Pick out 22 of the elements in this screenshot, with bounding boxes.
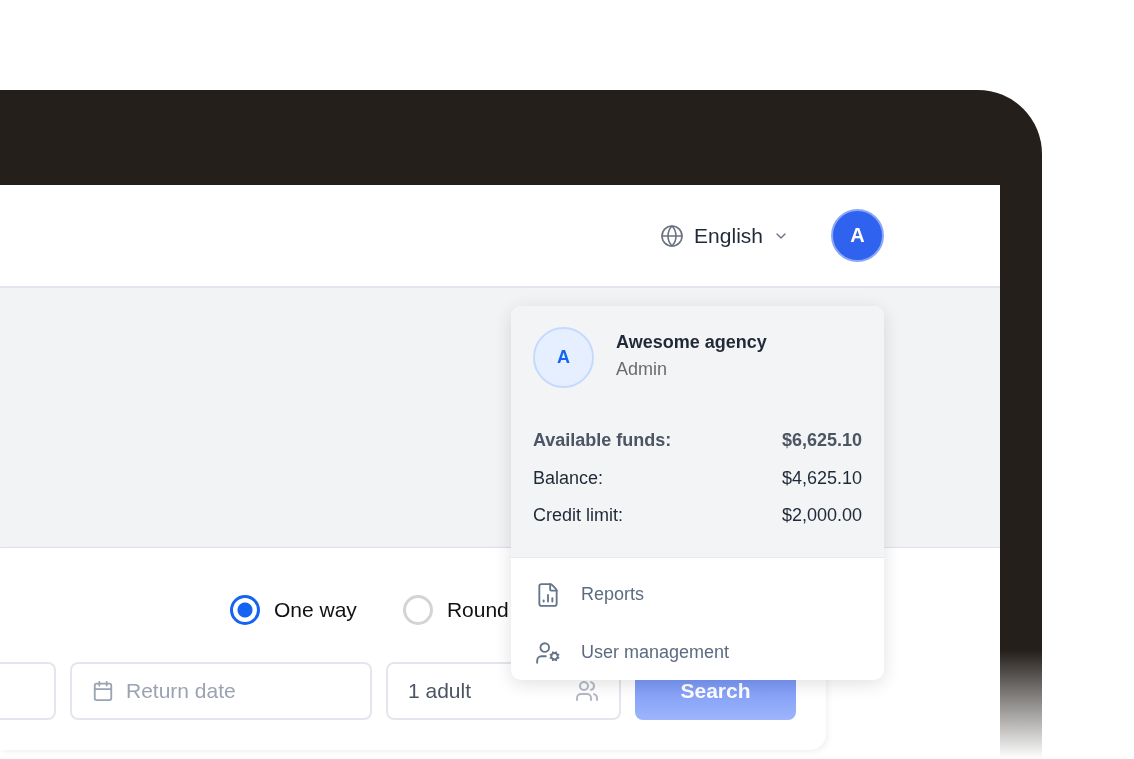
input-field[interactable]: [0, 662, 56, 720]
calendar-icon: [92, 680, 114, 702]
fund-label: Credit limit:: [533, 505, 623, 527]
user-gear-icon: [535, 639, 561, 666]
fund-label: Available funds:: [533, 430, 672, 452]
fund-label: Balance:: [533, 467, 604, 489]
people-icon: [575, 679, 599, 703]
avatar: A: [533, 327, 594, 388]
account-name: Awesome agency: [616, 332, 767, 353]
fund-value: $4,625.10: [781, 467, 862, 489]
trip-type-label: One way: [274, 598, 357, 622]
report-icon: [535, 581, 561, 608]
account-role: Admin: [616, 359, 669, 380]
trip-type-radio[interactable]: One way: [230, 595, 357, 625]
fund-value: $6,625.10: [781, 430, 862, 452]
menu-item[interactable]: Reports: [511, 565, 884, 624]
trip-type-label: Round: [446, 598, 509, 622]
fund-value: $2,000.00: [781, 505, 862, 527]
trip-type-radio[interactable]: Round: [402, 595, 509, 625]
globe-icon: [660, 223, 685, 248]
avatar-button[interactable]: A: [831, 209, 884, 262]
language-selector[interactable]: English: [660, 223, 789, 248]
